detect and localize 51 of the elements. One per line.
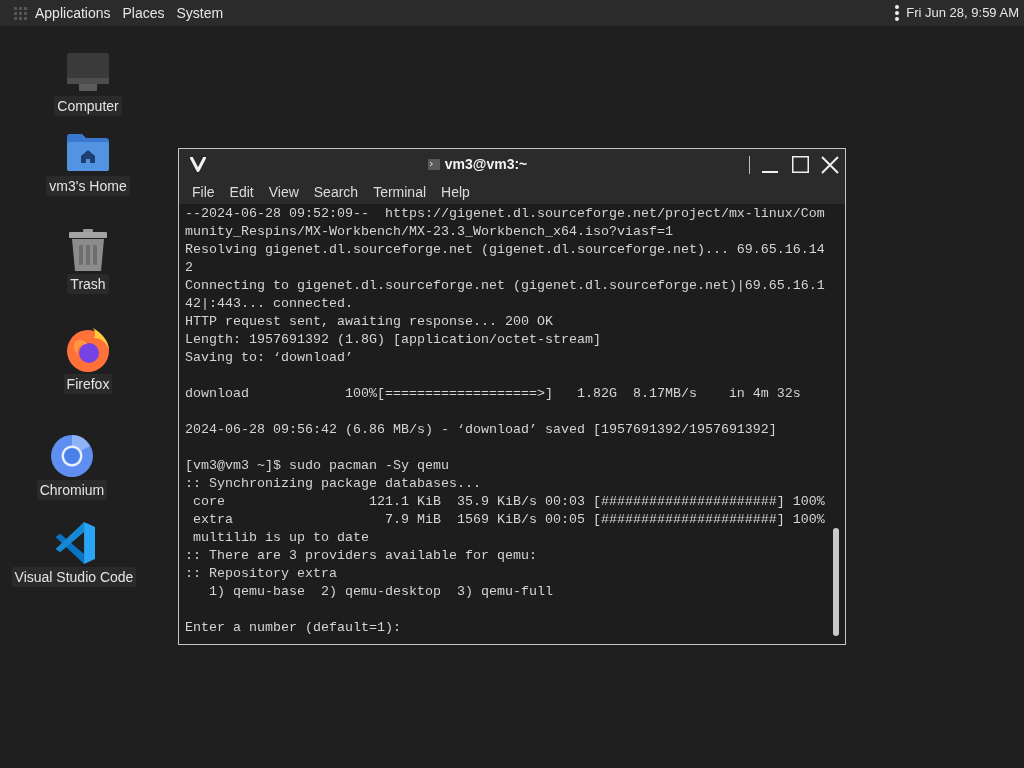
terminal-icon (427, 159, 440, 170)
panel-menu[interactable]: Places (122, 3, 165, 23)
home-folder-icon[interactable] (67, 133, 109, 171)
panel-menu[interactable]: Applications (35, 3, 111, 23)
trash-icon[interactable] (69, 229, 107, 271)
chevron-logo-icon[interactable] (190, 157, 206, 172)
terminal-line: munity_Respins/MX-Workbench/MX-23.3_Workbench_x64.iso?viasf=1 (185, 223, 674, 241)
desktop-icon-label[interactable]: vm3's Home (46, 176, 130, 196)
window-title: vm3@vm3:~ (444, 155, 528, 174)
close-icon (821, 155, 839, 174)
terminal-line: HTTP request sent, awaiting response... 200 OK (185, 313, 554, 331)
menu-item[interactable]: Help (441, 182, 470, 202)
terminal-line: :: Repository extra (185, 565, 338, 583)
terminal-line: 1) qemu-base 2) qemu-desktop 3) qemu-full (208, 583, 554, 601)
desktop-icon-label[interactable]: Trash (67, 274, 109, 294)
terminal-line: --2024-06-28 09:52:09-- https://gigenet.dl.sourceforge.net/project/mx-linux/Com (185, 205, 826, 223)
terminal-line: multilib is up to date (192, 529, 370, 547)
terminal-line: 2 (185, 259, 194, 277)
terminal-line: extra 7.9 MiB 1569 KiB/s 00:05 [######################] 100% (192, 511, 826, 529)
terminal-line: :: There are 3 providers available for qemu: (185, 547, 538, 565)
terminal-line: download 100%[===================>] 1.82G 8.17MB/s in 4m 32s (185, 385, 802, 403)
desktop-icon-label[interactable]: Visual Studio Code (11, 567, 137, 587)
terminal-line: Saving to: ‘download’ (185, 349, 354, 367)
panel-clock[interactable]: Fri Jun 28, 9:59 AM (906, 3, 1019, 23)
minimize-icon (762, 170, 778, 173)
terminal-line: Resolving gigenet.dl.sourceforge.net (gigenet.dl.sourceforge.net)... 69.65.16.14 (185, 241, 826, 259)
menu-item[interactable]: Edit (229, 182, 254, 202)
menu-item[interactable]: Search (313, 182, 359, 202)
firefox-icon[interactable] (67, 328, 109, 372)
desktop-icon-label[interactable]: Chromium (36, 480, 108, 500)
maximize-icon (791, 156, 809, 173)
terminal-line: core 121.1 KiB 35.9 KiB/s 00:03 [######################] 100% (192, 493, 826, 511)
terminal-line: Enter a number (default=1): (185, 619, 402, 637)
desktop-icon-label[interactable]: Computer (54, 96, 122, 116)
menu-item[interactable]: File (192, 182, 215, 202)
monitor-icon[interactable] (67, 53, 109, 91)
chromium-icon[interactable] (51, 435, 93, 477)
terminal-line: :: Synchronizing package databases... (185, 475, 482, 493)
terminal-line: Connecting to gigenet.dl.sourceforge.net (gigenet.dl.sourceforge.net)|69.65.16.1 (185, 277, 826, 295)
terminal-line: 42|:443... connected. (185, 295, 354, 313)
scrollbar-thumb[interactable] (833, 528, 839, 636)
vscode-icon[interactable] (53, 522, 95, 564)
desktop-icon-label[interactable]: Firefox (63, 374, 113, 394)
kebab-menu-icon[interactable] (895, 5, 900, 21)
panel-menu[interactable]: System (176, 3, 224, 23)
menu-item[interactable]: Terminal (373, 182, 427, 202)
close-button[interactable] (818, 153, 842, 176)
menu-item[interactable]: View (268, 182, 299, 202)
terminal-line: [vm3@vm3 ~]$ sudo pacman -Sy qemu (185, 457, 450, 475)
terminal-line: Length: 1957691392 (1.8G) [application/octet-stream] (185, 331, 602, 349)
terminal-line: 2024-06-28 09:56:42 (6.86 MB/s) - ‘download’ saved [1957691392/1957691392] (185, 421, 778, 439)
